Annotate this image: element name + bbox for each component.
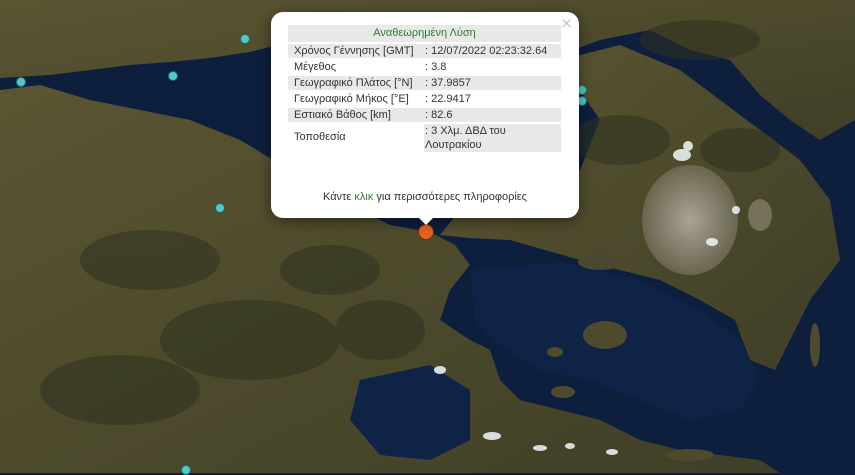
earthquake-epicenter-marker[interactable] [418,224,434,240]
more-info-text: Κάντε κλικ για περισσότερες πληροφορίες [271,191,579,203]
seismic-station-marker[interactable] [240,34,250,44]
info-label: Γεωγραφικό Πλάτος [°N] [294,77,413,89]
info-table: Χρόνος Γέννησης [GMT] : 12/07/2022 02:23… [288,44,561,152]
island-aegina [583,321,627,349]
info-label: Τοποθεσία [294,131,346,143]
more-info-link[interactable]: κλικ [354,191,373,203]
info-row-magnitude: Μέγεθος : 3.8 [288,60,561,74]
island-poros [551,386,575,398]
close-icon[interactable]: × [560,14,573,32]
island-makronisos [810,323,820,367]
earthquake-info-popup: × Αναθεωρημένη Λύση Χρόνος Γέννησης [GMT… [271,12,579,218]
popup-tip [416,215,436,225]
info-row-origin-time: Χρόνος Γέννησης [GMT] : 12/07/2022 02:23… [288,44,561,58]
info-label: Γεωγραφικό Μήκος [°E] [294,93,409,105]
info-label: Εστιακό Βάθος [km] [294,109,391,121]
info-value: : 3.8 [425,61,447,73]
info-row-location: Τοποθεσία : 3 Χλμ. ΔΒΔ του Λουτρακίου [288,124,561,152]
island-small [547,347,563,357]
info-value: : 3 Χλμ. ΔΒΔ του Λουτρακίου [424,124,561,152]
info-value: : 82.6 [425,109,453,121]
island-hydra [666,449,714,461]
info-row-latitude: Γεωγραφικό Πλάτος [°N] : 37.9857 [288,76,561,90]
seismic-station-marker[interactable] [215,203,225,213]
info-value: : 37.9857 [425,77,471,89]
info-row-longitude: Γεωγραφικό Μήκος [°E] : 22.9417 [288,92,561,106]
seismic-station-marker[interactable] [168,71,178,81]
info-value: : 12/07/2022 02:23:32.64 [425,45,548,57]
athens-urban [642,165,738,275]
seismic-station-marker[interactable] [181,465,191,475]
island-salamina [578,254,622,270]
more-prefix: Κάντε [323,191,355,203]
seismic-station-marker[interactable] [16,77,26,87]
urban-minor [748,199,772,231]
info-label: Μέγεθος [294,61,337,73]
more-suffix: για περισσότερες πληροφορίες [373,191,527,203]
info-row-depth: Εστιακό Βάθος [km] : 82.6 [288,108,561,122]
popup-title: Αναθεωρημένη Λύση [288,25,561,42]
info-value: : 22.9417 [425,93,471,105]
info-label: Χρόνος Γέννησης [GMT] [294,45,414,57]
